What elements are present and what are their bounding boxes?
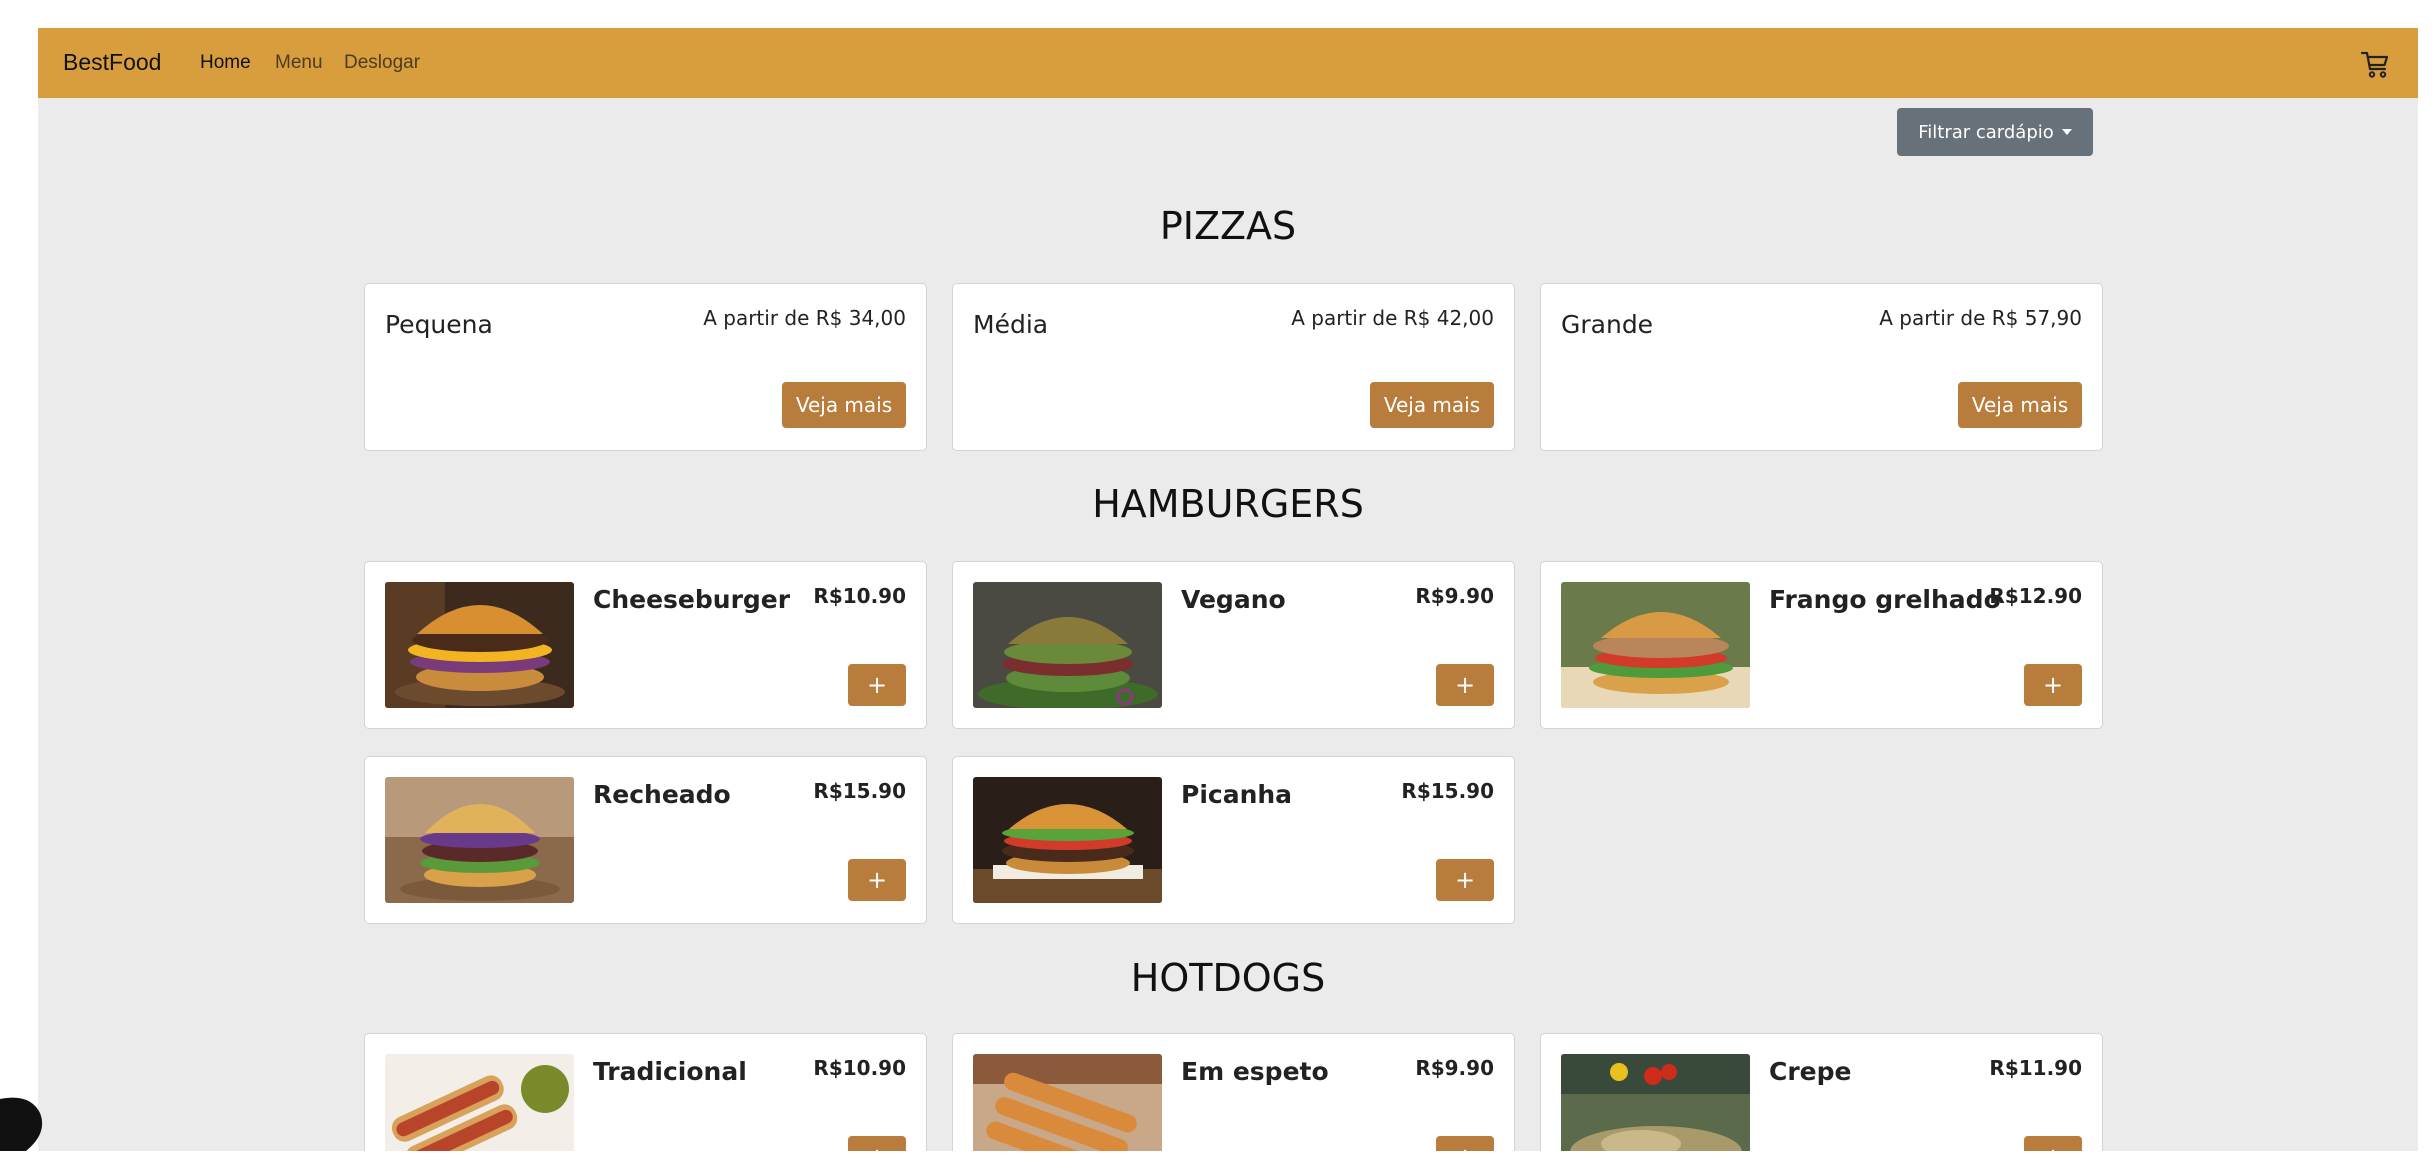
item-price: R$12.90 [1989, 584, 2082, 608]
filter-menu-label: Filtrar cardápio [1918, 121, 2054, 143]
item-price: A partir de R$ 34,00 [703, 306, 906, 330]
item-image [385, 582, 574, 708]
item-price: R$15.90 [1401, 779, 1494, 803]
item-image [973, 582, 1162, 708]
add-to-cart-button[interactable]: + [1436, 664, 1494, 706]
item-image [385, 777, 574, 903]
caret-down-icon [2061, 129, 2072, 135]
filter-menu-dropdown[interactable]: Filtrar cardápio [1897, 108, 2093, 156]
item-price: A partir de R$ 57,90 [1879, 306, 2082, 330]
menu-item-card: Frango grelhado R$12.90 + [1540, 561, 2103, 729]
menu-item-card: Em espeto R$9.90 + [952, 1033, 1515, 1151]
cart-icon[interactable] [2359, 48, 2391, 80]
add-to-cart-button[interactable]: + [2024, 664, 2082, 706]
item-image [1561, 1054, 1750, 1151]
item-price: R$9.90 [1415, 584, 1494, 608]
nav-menu-link[interactable]: Menu [275, 52, 323, 74]
see-more-button[interactable]: Veja mais [1370, 382, 1494, 428]
add-to-cart-button[interactable]: + [1436, 859, 1494, 901]
add-to-cart-button[interactable]: + [2024, 1136, 2082, 1151]
item-name: Grande [1561, 310, 1654, 339]
menu-item-card: Cheeseburger R$10.90 + [364, 561, 927, 729]
pizza-card-grande: Grande A partir de R$ 57,90 Veja mais [1540, 283, 2103, 451]
add-to-cart-button[interactable]: + [848, 859, 906, 901]
item-name: Picanha [1181, 780, 1293, 809]
item-price: R$10.90 [813, 584, 906, 608]
item-price: R$11.90 [1989, 1056, 2082, 1080]
section-title-pizzas: PIZZAS [1159, 204, 1297, 248]
partial-overlay-shape [0, 1085, 50, 1151]
item-price: R$15.90 [813, 779, 906, 803]
item-name: Tradicional [593, 1057, 747, 1086]
item-name: Frango grelhado [1769, 585, 2001, 614]
item-image [385, 1054, 574, 1151]
item-price: A partir de R$ 42,00 [1291, 306, 1494, 330]
item-name: Pequena [385, 310, 493, 339]
item-image [973, 777, 1162, 903]
pizza-card-media: Média A partir de R$ 42,00 Veja mais [952, 283, 1515, 451]
item-image [973, 1054, 1162, 1151]
add-to-cart-button[interactable]: + [1436, 1136, 1494, 1151]
nav-logout-link[interactable]: Deslogar [344, 52, 420, 74]
menu-item-card: Recheado R$15.90 + [364, 756, 927, 924]
section-title-hotdogs: HOTDOGS [1130, 956, 1326, 1000]
see-more-button[interactable]: Veja mais [1958, 382, 2082, 428]
item-name: Recheado [593, 780, 731, 809]
add-to-cart-button[interactable]: + [848, 1136, 906, 1151]
section-title-hamburgers: HAMBURGERS [1092, 482, 1364, 526]
menu-item-card: Tradicional R$10.90 + [364, 1033, 927, 1151]
item-name: Cheeseburger [593, 585, 791, 614]
menu-item-card: Vegano R$9.90 + [952, 561, 1515, 729]
item-name: Média [973, 310, 1049, 339]
menu-item-card: Crepe R$11.90 + [1540, 1033, 2103, 1151]
nav-home-link[interactable]: Home [200, 52, 251, 74]
navbar: BestFood Home Menu Deslogar [38, 28, 2418, 98]
item-price: R$9.90 [1415, 1056, 1494, 1080]
see-more-button[interactable]: Veja mais [782, 382, 906, 428]
app-viewport: BestFood Home Menu Deslogar Filtrar card… [38, 28, 2418, 1151]
item-image [1561, 582, 1750, 708]
pizza-card-pequena: Pequena A partir de R$ 34,00 Veja mais [364, 283, 927, 451]
item-name: Vegano [1181, 585, 1286, 614]
item-name: Crepe [1769, 1057, 1852, 1086]
item-price: R$10.90 [813, 1056, 906, 1080]
menu-item-card: Picanha R$15.90 + [952, 756, 1515, 924]
item-name: Em espeto [1181, 1057, 1329, 1086]
brand-logo[interactable]: BestFood [63, 49, 161, 76]
add-to-cart-button[interactable]: + [848, 664, 906, 706]
